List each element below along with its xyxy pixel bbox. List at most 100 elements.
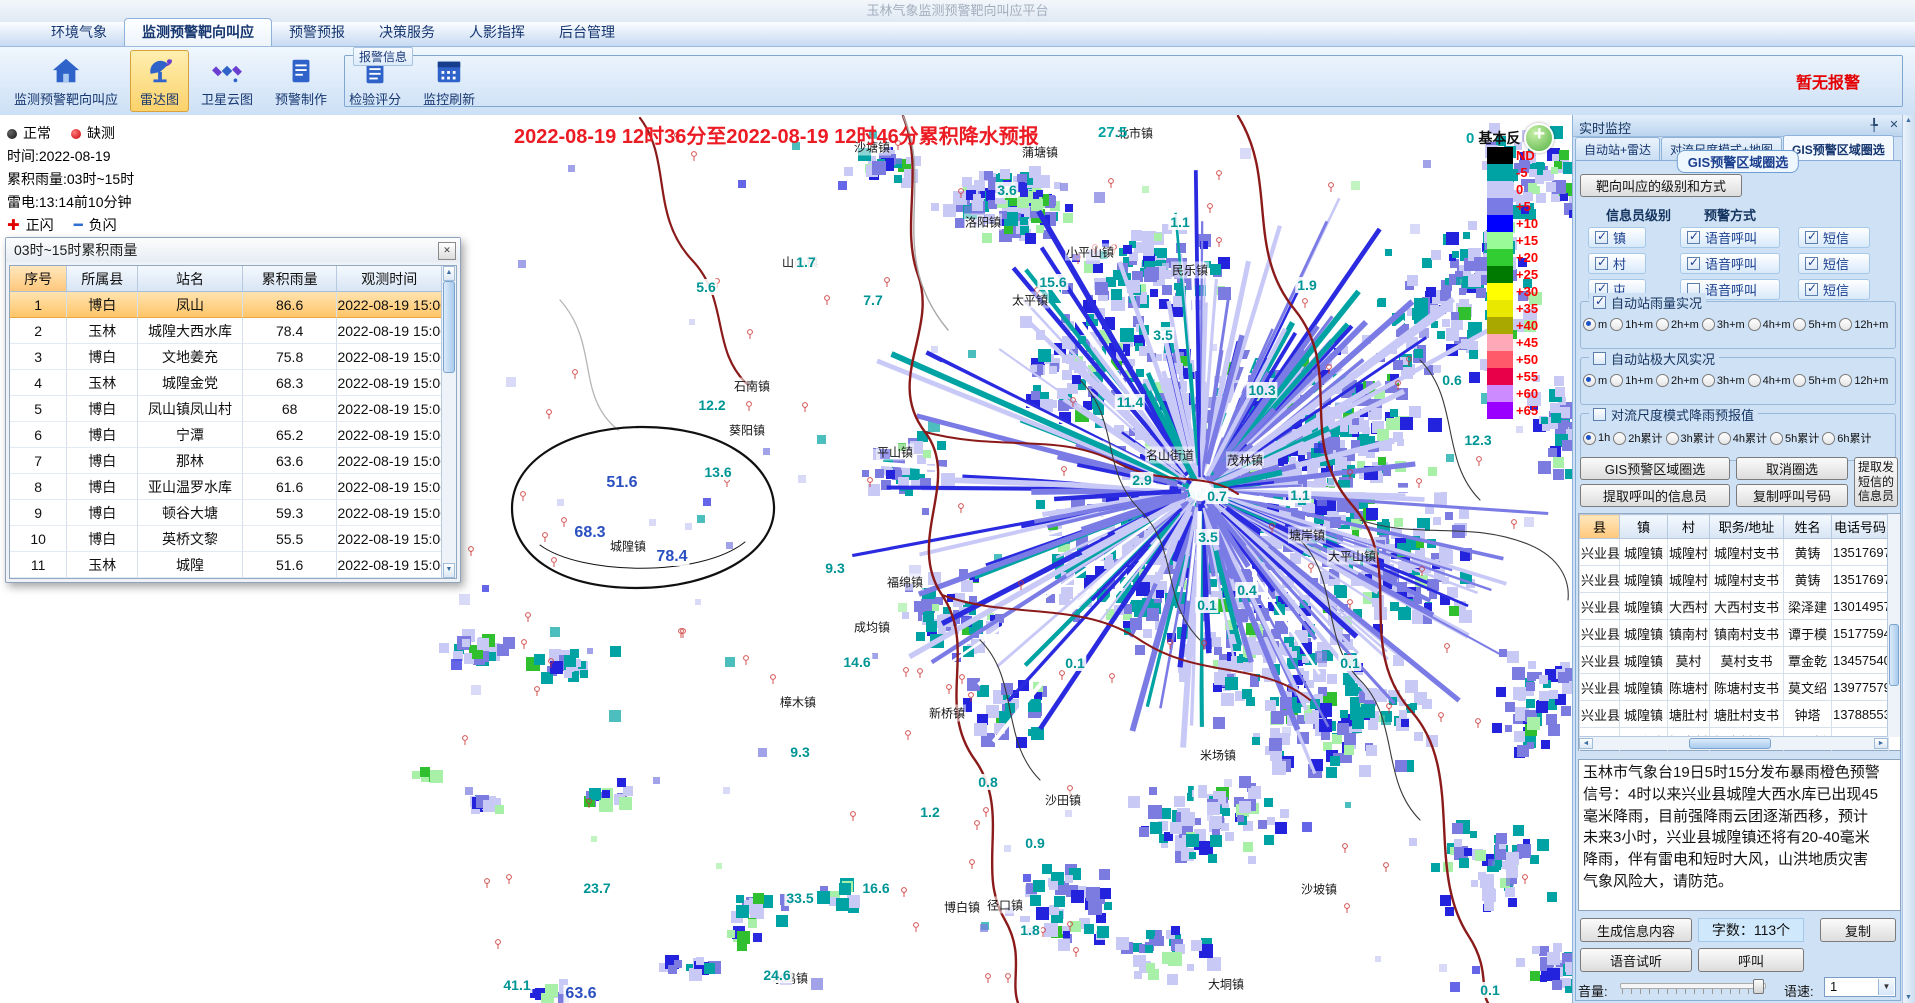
radio-option[interactable]: 5h+m [1793, 318, 1836, 331]
table-row[interactable]: 1博白凤山86.62022-08-19 15:00 [10, 292, 442, 318]
table-row[interactable]: 6博白宁潭65.22022-08-19 15:00 [10, 422, 442, 448]
table-row[interactable]: 2玉林城隍大西水库78.42022-08-19 15:00 [10, 318, 442, 344]
scroll-thumb[interactable] [1689, 738, 1771, 749]
rain-table-window[interactable]: 03时~15时累积雨量 序号所属县站名累积雨量观测时间1博白凤山86.62022… [5, 237, 461, 583]
checkbox-icon[interactable] [1595, 257, 1608, 270]
menu-tab-3[interactable]: 决策服务 [362, 19, 452, 46]
radio-option[interactable]: 1h [1583, 432, 1610, 445]
model-radio-4[interactable] [1770, 432, 1783, 445]
radio-option[interactable]: 4h+m [1748, 318, 1791, 331]
table-row[interactable]: 兴业县城隍镇大西村大西村支书梁泽建130149571 [1580, 593, 1889, 620]
radio-option[interactable]: 4h+m [1748, 374, 1791, 387]
radio-option[interactable]: 12h+m [1839, 374, 1888, 387]
toolbar-button-1[interactable]: 雷达图 [130, 50, 189, 112]
table-row[interactable]: 7博白那林63.62022-08-19 15:00 [10, 448, 442, 474]
radio-option[interactable]: 4h累计 [1718, 430, 1767, 446]
voice-preview-button[interactable]: 语音试听 [1580, 948, 1692, 972]
checkbox-icon[interactable] [1805, 257, 1818, 270]
generate-message-button[interactable]: 生成信息内容 [1580, 918, 1692, 942]
radio-option[interactable]: 3h累计 [1666, 430, 1715, 446]
rain-radio-3[interactable] [1702, 318, 1715, 331]
extract-sms-informers-button[interactable]: 提取发短信的信息员 [1854, 457, 1898, 507]
model-section-checkbox[interactable] [1593, 408, 1606, 421]
checkbox-icon[interactable] [1805, 231, 1818, 244]
panel-tab-0[interactable]: 自动站+雷达 [1575, 137, 1660, 160]
table-row[interactable]: 兴业县城隍镇镇南村镇南村支书谭于模151775946 [1580, 620, 1889, 647]
toolbar-button-2[interactable]: 卫星云图 [191, 50, 263, 112]
rain-radio-5[interactable] [1793, 318, 1806, 331]
extract-call-informers-button[interactable]: 提取呼叫的信息员 [1580, 484, 1730, 507]
wind-radio-2[interactable] [1656, 374, 1669, 387]
radar-map[interactable]: 沙塘镇蒲塘镇北市镇洛阳镇小平山镇民乐镇山心镇太平镇石南镇葵阳镇平山镇城隍镇名山街… [0, 115, 1572, 1003]
table-row[interactable]: 兴业县城隍镇陈塘村陈塘村支书莫文绍139775796 [1580, 674, 1889, 701]
volume-slider[interactable] [1620, 979, 1766, 995]
table-row[interactable]: 8博白亚山温罗水库61.62022-08-19 15:00 [10, 474, 442, 500]
voice-call-checkbox-0[interactable]: 语音呼叫 [1680, 227, 1780, 248]
table-row[interactable]: 11玉林城隍51.62022-08-19 15:00 [10, 552, 442, 578]
wind-radio-4[interactable] [1748, 374, 1761, 387]
pin-icon[interactable] [1867, 118, 1881, 132]
level-checkbox-1[interactable]: 村 [1588, 253, 1646, 274]
rain-table-scrollbar[interactable] [441, 266, 456, 578]
checkbox-icon[interactable] [1687, 257, 1700, 270]
menu-tab-4[interactable]: 人影指挥 [452, 19, 542, 46]
table-row[interactable]: 兴业县城隍镇城隍村城隍村支书黄铸135176975 [1580, 566, 1889, 593]
toolbar-button-3[interactable]: 预警制作 [265, 50, 337, 112]
radio-option[interactable]: 3h+m [1702, 318, 1745, 331]
checkbox-icon[interactable] [1595, 231, 1608, 244]
radio-option[interactable]: 12h+m [1839, 318, 1888, 331]
cancel-select-button[interactable]: 取消圈选 [1736, 457, 1848, 480]
contacts-column-header[interactable]: 姓名 [1784, 515, 1832, 539]
scroll-thumb[interactable] [1889, 624, 1899, 686]
map-zoom-button[interactable] [1524, 123, 1554, 153]
call-level-mode-button[interactable]: 靶向叫应的级别和方式 [1580, 174, 1742, 197]
table-row[interactable]: 3博白文地姜充75.82022-08-19 15:00 [10, 344, 442, 370]
menu-tab-2[interactable]: 预警预报 [272, 19, 362, 46]
contacts-column-header[interactable]: 村 [1668, 515, 1710, 539]
contacts-column-header[interactable]: 镇 [1620, 515, 1668, 539]
wind-radio-6[interactable] [1839, 374, 1852, 387]
checkbox-icon[interactable] [1805, 283, 1818, 296]
radio-option[interactable]: m [1583, 318, 1607, 331]
wind-radio-1[interactable] [1610, 374, 1623, 387]
gis-select-button[interactable]: GIS预警区域圈选 [1580, 457, 1730, 480]
wind-radio-3[interactable] [1702, 374, 1715, 387]
rain-table-column-header[interactable]: 累积雨量 [243, 266, 338, 292]
radio-option[interactable]: m [1583, 374, 1607, 387]
rain-radio-6[interactable] [1839, 318, 1852, 331]
table-row[interactable]: 4玉林城隍金党68.32022-08-19 15:00 [10, 370, 442, 396]
table-row[interactable]: 兴业县城隍镇莫村莫村支书覃金乾134575405 [1580, 647, 1889, 674]
model-radio-0[interactable] [1583, 432, 1596, 445]
scroll-down-icon[interactable] [443, 563, 455, 578]
scroll-left-icon[interactable] [1579, 738, 1593, 749]
radio-option[interactable]: 5h+m [1793, 374, 1836, 387]
menu-tab-0[interactable]: 环境气象 [34, 19, 124, 46]
wind-radio-5[interactable] [1793, 374, 1806, 387]
close-icon[interactable] [438, 242, 456, 260]
sms-checkbox-0[interactable]: 短信 [1798, 227, 1870, 248]
rain-radio-4[interactable] [1748, 318, 1761, 331]
radio-option[interactable]: 3h+m [1702, 374, 1745, 387]
call-button[interactable]: 呼叫 [1698, 948, 1804, 972]
contacts-column-header[interactable]: 职务/地址 [1710, 515, 1784, 539]
model-radio-5[interactable] [1822, 432, 1835, 445]
copy-button[interactable]: 复制 [1820, 918, 1896, 942]
radio-option[interactable]: 5h累计 [1770, 430, 1819, 446]
scroll-right-icon[interactable] [1874, 738, 1888, 749]
rain-table-titlebar[interactable]: 03时~15时累积雨量 [6, 238, 460, 262]
close-icon[interactable] [1887, 118, 1901, 132]
rain-table-column-header[interactable]: 站名 [138, 266, 243, 292]
contacts-column-header[interactable]: 县 [1580, 515, 1620, 539]
contacts-column-header[interactable]: 电话号码 [1832, 515, 1889, 539]
rain-section-checkbox[interactable] [1593, 296, 1606, 309]
menu-tab-1[interactable]: 监测预警靶向叫应 [124, 18, 272, 46]
table-row[interactable]: 5博白凤山镇凤山村682022-08-19 15:00 [10, 396, 442, 422]
wind-section-checkbox[interactable] [1593, 352, 1606, 365]
rain-table-column-header[interactable]: 所属县 [67, 266, 138, 292]
table-row[interactable]: 兴业县城隍镇城隍村城隍村支书黄铸135176975 [1580, 539, 1889, 566]
copy-call-numbers-button[interactable]: 复制呼叫号码 [1736, 484, 1848, 507]
voice-call-checkbox-1[interactable]: 语音呼叫 [1680, 253, 1780, 274]
panel-scrollbar[interactable] [1902, 115, 1915, 1003]
rain-radio-2[interactable] [1656, 318, 1669, 331]
menu-tab-5[interactable]: 后台管理 [542, 19, 632, 46]
